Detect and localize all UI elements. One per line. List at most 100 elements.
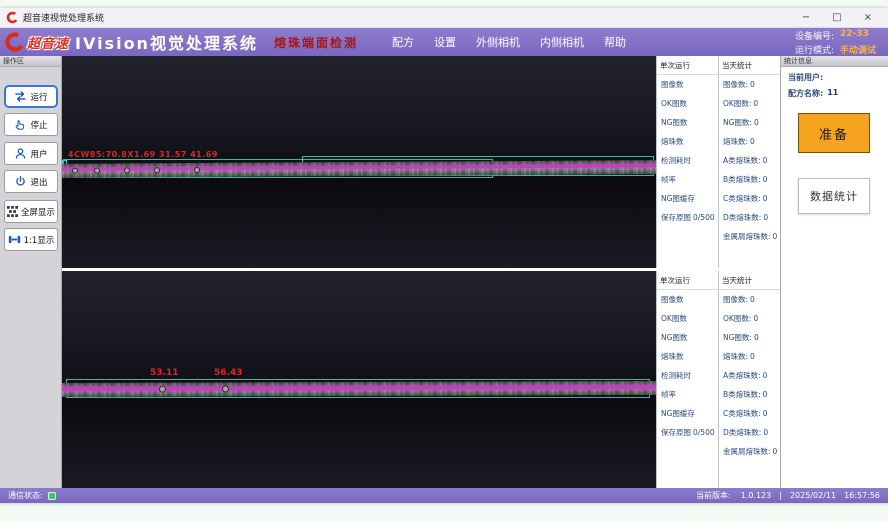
stat-row: C类熔珠数:0 <box>719 404 780 423</box>
recipe-name-value: 11 <box>827 88 838 99</box>
app-icon <box>6 11 19 24</box>
stat-row: 图像数:0 <box>719 75 780 94</box>
one-to-one-button[interactable]: 1:1显示 <box>4 228 58 251</box>
fullscreen-button-label: 全屏显示 <box>21 206 55 218</box>
stat-value: 0 <box>763 175 768 184</box>
stat-row: 熔珠数 <box>657 347 718 366</box>
app-title: IVision视觉处理系统 <box>75 30 258 54</box>
stat-label: 熔珠数 <box>661 351 684 362</box>
stat-value: 0 <box>750 137 755 146</box>
stat-value: 0 <box>753 314 758 323</box>
stat-row: A类熔珠数:0 <box>719 151 780 170</box>
stat-label: B类熔珠数: <box>723 389 761 400</box>
stat-label: 帧率 <box>661 174 676 185</box>
brand-logo: 超音速 <box>0 32 69 52</box>
stat-value: 0 <box>763 194 768 203</box>
laser-line-overlay <box>62 385 656 391</box>
run-mode-label: 运行模式: <box>795 43 834 56</box>
exit-button[interactable]: 退出 <box>4 170 58 193</box>
menu-item-recipe[interactable]: 配方 <box>392 34 414 50</box>
stat-row: B类熔珠数:0 <box>719 170 780 189</box>
status-bar-right: 当前版本: 1.0.123 | 2025/02/11 16:57:56 <box>696 490 880 501</box>
menu-item-settings[interactable]: 设置 <box>434 34 456 50</box>
device-id-label: 设备编号: <box>795 29 834 42</box>
stat-label: NG图数: <box>723 332 752 343</box>
stat-label: 保存原图 <box>661 427 691 438</box>
laser-line-overlay <box>62 164 656 171</box>
statistics-info-panel: 统计信息 当前用户: 配方名称: 11 准备 数据统计 <box>780 56 888 488</box>
stat-label: C类熔珠数: <box>723 193 761 204</box>
info-panel-title: 统计信息 <box>781 56 888 67</box>
stat-label: 金属屑熔珠数: <box>723 231 771 242</box>
stat-value: 0 <box>750 80 755 89</box>
stat-row: 检测耗时 <box>657 151 718 170</box>
daily-stats: 当天统计 图像数:0 OK图数:0 NG图数:0 熔珠数:0 A类熔珠数:0 B… <box>718 271 780 488</box>
stat-label: NG图数 <box>661 117 687 128</box>
stat-label: 图像数 <box>661 294 684 305</box>
menu-item-inner-camera[interactable]: 内侧相机 <box>540 34 584 50</box>
stat-label: 图像数: <box>723 294 748 305</box>
stat-label: 熔珠数: <box>723 136 748 147</box>
user-button[interactable]: 用户 <box>4 142 58 165</box>
stat-row: 帧率 <box>657 170 718 189</box>
menu-item-help[interactable]: 帮助 <box>604 34 626 50</box>
stat-label: 图像数 <box>661 79 684 90</box>
stats-title: 当天统计 <box>719 58 780 75</box>
stat-row: D类熔珠数:0 <box>719 208 780 227</box>
stat-label: NG图数: <box>723 117 752 128</box>
stat-value: 0 <box>753 99 758 108</box>
bead-marker <box>124 167 130 173</box>
app-header: 超音速 IVision视觉处理系统 熔珠端面检测 配方 设置 外侧相机 内侧相机… <box>0 28 888 56</box>
stat-label: 保存原图 <box>661 212 691 223</box>
stat-row: NG图缓存 <box>657 189 718 208</box>
stat-label: NG图缓存 <box>661 408 695 419</box>
power-icon <box>14 175 27 188</box>
stat-row: OK图数:0 <box>719 94 780 113</box>
stat-value: 0 <box>750 352 755 361</box>
grid-fullscreen-icon <box>7 206 18 217</box>
stat-row: 检测耗时 <box>657 366 718 385</box>
stat-value: 0/500 <box>693 428 715 437</box>
current-user-row: 当前用户: <box>781 67 888 83</box>
stat-label: 帧率 <box>661 389 676 400</box>
stat-label: D类熔珠数: <box>723 212 761 223</box>
stop-button[interactable]: 停止 <box>4 113 58 136</box>
stat-label: 图像数: <box>723 79 748 90</box>
bead-marker <box>94 168 100 174</box>
run-button[interactable]: 运行 <box>4 85 58 108</box>
stat-label: NG图数 <box>661 332 687 343</box>
stat-value: 0 <box>763 371 768 380</box>
stat-label: 熔珠数: <box>723 351 748 362</box>
close-button[interactable]: × <box>864 8 872 28</box>
data-statistics-button[interactable]: 数据统计 <box>798 178 870 214</box>
inner-camera-stats: 单次运行 图像数 OK图数 NG图数 熔珠数 检测耗时 帧率 NG图缓存 保存原… <box>656 271 780 488</box>
hand-stop-icon <box>14 118 27 131</box>
prepare-button[interactable]: 准备 <box>798 113 870 153</box>
bead-marker <box>222 385 229 392</box>
single-run-stats: 单次运行 图像数 OK图数 NG图数 熔珠数 检测耗时 帧率 NG图缓存 保存原… <box>656 56 718 268</box>
menu-item-outer-camera[interactable]: 外侧相机 <box>476 34 520 50</box>
brand-logo-icon <box>5 32 25 52</box>
stats-title: 当天统计 <box>719 273 780 290</box>
stop-button-label: 停止 <box>30 119 47 131</box>
stat-row: NG图数:0 <box>719 328 780 347</box>
bead-marker <box>72 168 78 174</box>
minimize-button[interactable]: − <box>802 8 810 28</box>
stat-label: 检测耗时 <box>661 370 691 381</box>
stat-row: NG图数 <box>657 113 718 132</box>
daily-stats: 当天统计 图像数:0 OK图数:0 NG图数:0 熔珠数:0 A类熔珠数:0 B… <box>718 56 780 268</box>
bead-marker <box>159 386 166 393</box>
stat-value: 0 <box>763 390 768 399</box>
weld-beam-image <box>62 381 656 397</box>
stat-row: 金属屑熔珠数:0 <box>719 227 780 246</box>
maximize-button[interactable]: □ <box>832 8 841 28</box>
stat-row: B类熔珠数:0 <box>719 385 780 404</box>
app-window: 超音速视觉处理系统 − □ × 超音速 IVision视觉处理系统 熔珠端面检测… <box>0 8 888 503</box>
window-title: 超音速视觉处理系统 <box>23 11 104 24</box>
stat-value: 0/500 <box>693 213 715 222</box>
fullscreen-button[interactable]: 全屏显示 <box>4 200 58 223</box>
comm-status-label: 通信状态: <box>8 490 43 501</box>
run-cycle-icon <box>14 90 27 103</box>
stat-row: 金属屑熔珠数:0 <box>719 442 780 461</box>
outer-camera-stats: 单次运行 图像数 OK图数 NG图数 熔珠数 检测耗时 帧率 NG图缓存 保存原… <box>656 56 780 268</box>
